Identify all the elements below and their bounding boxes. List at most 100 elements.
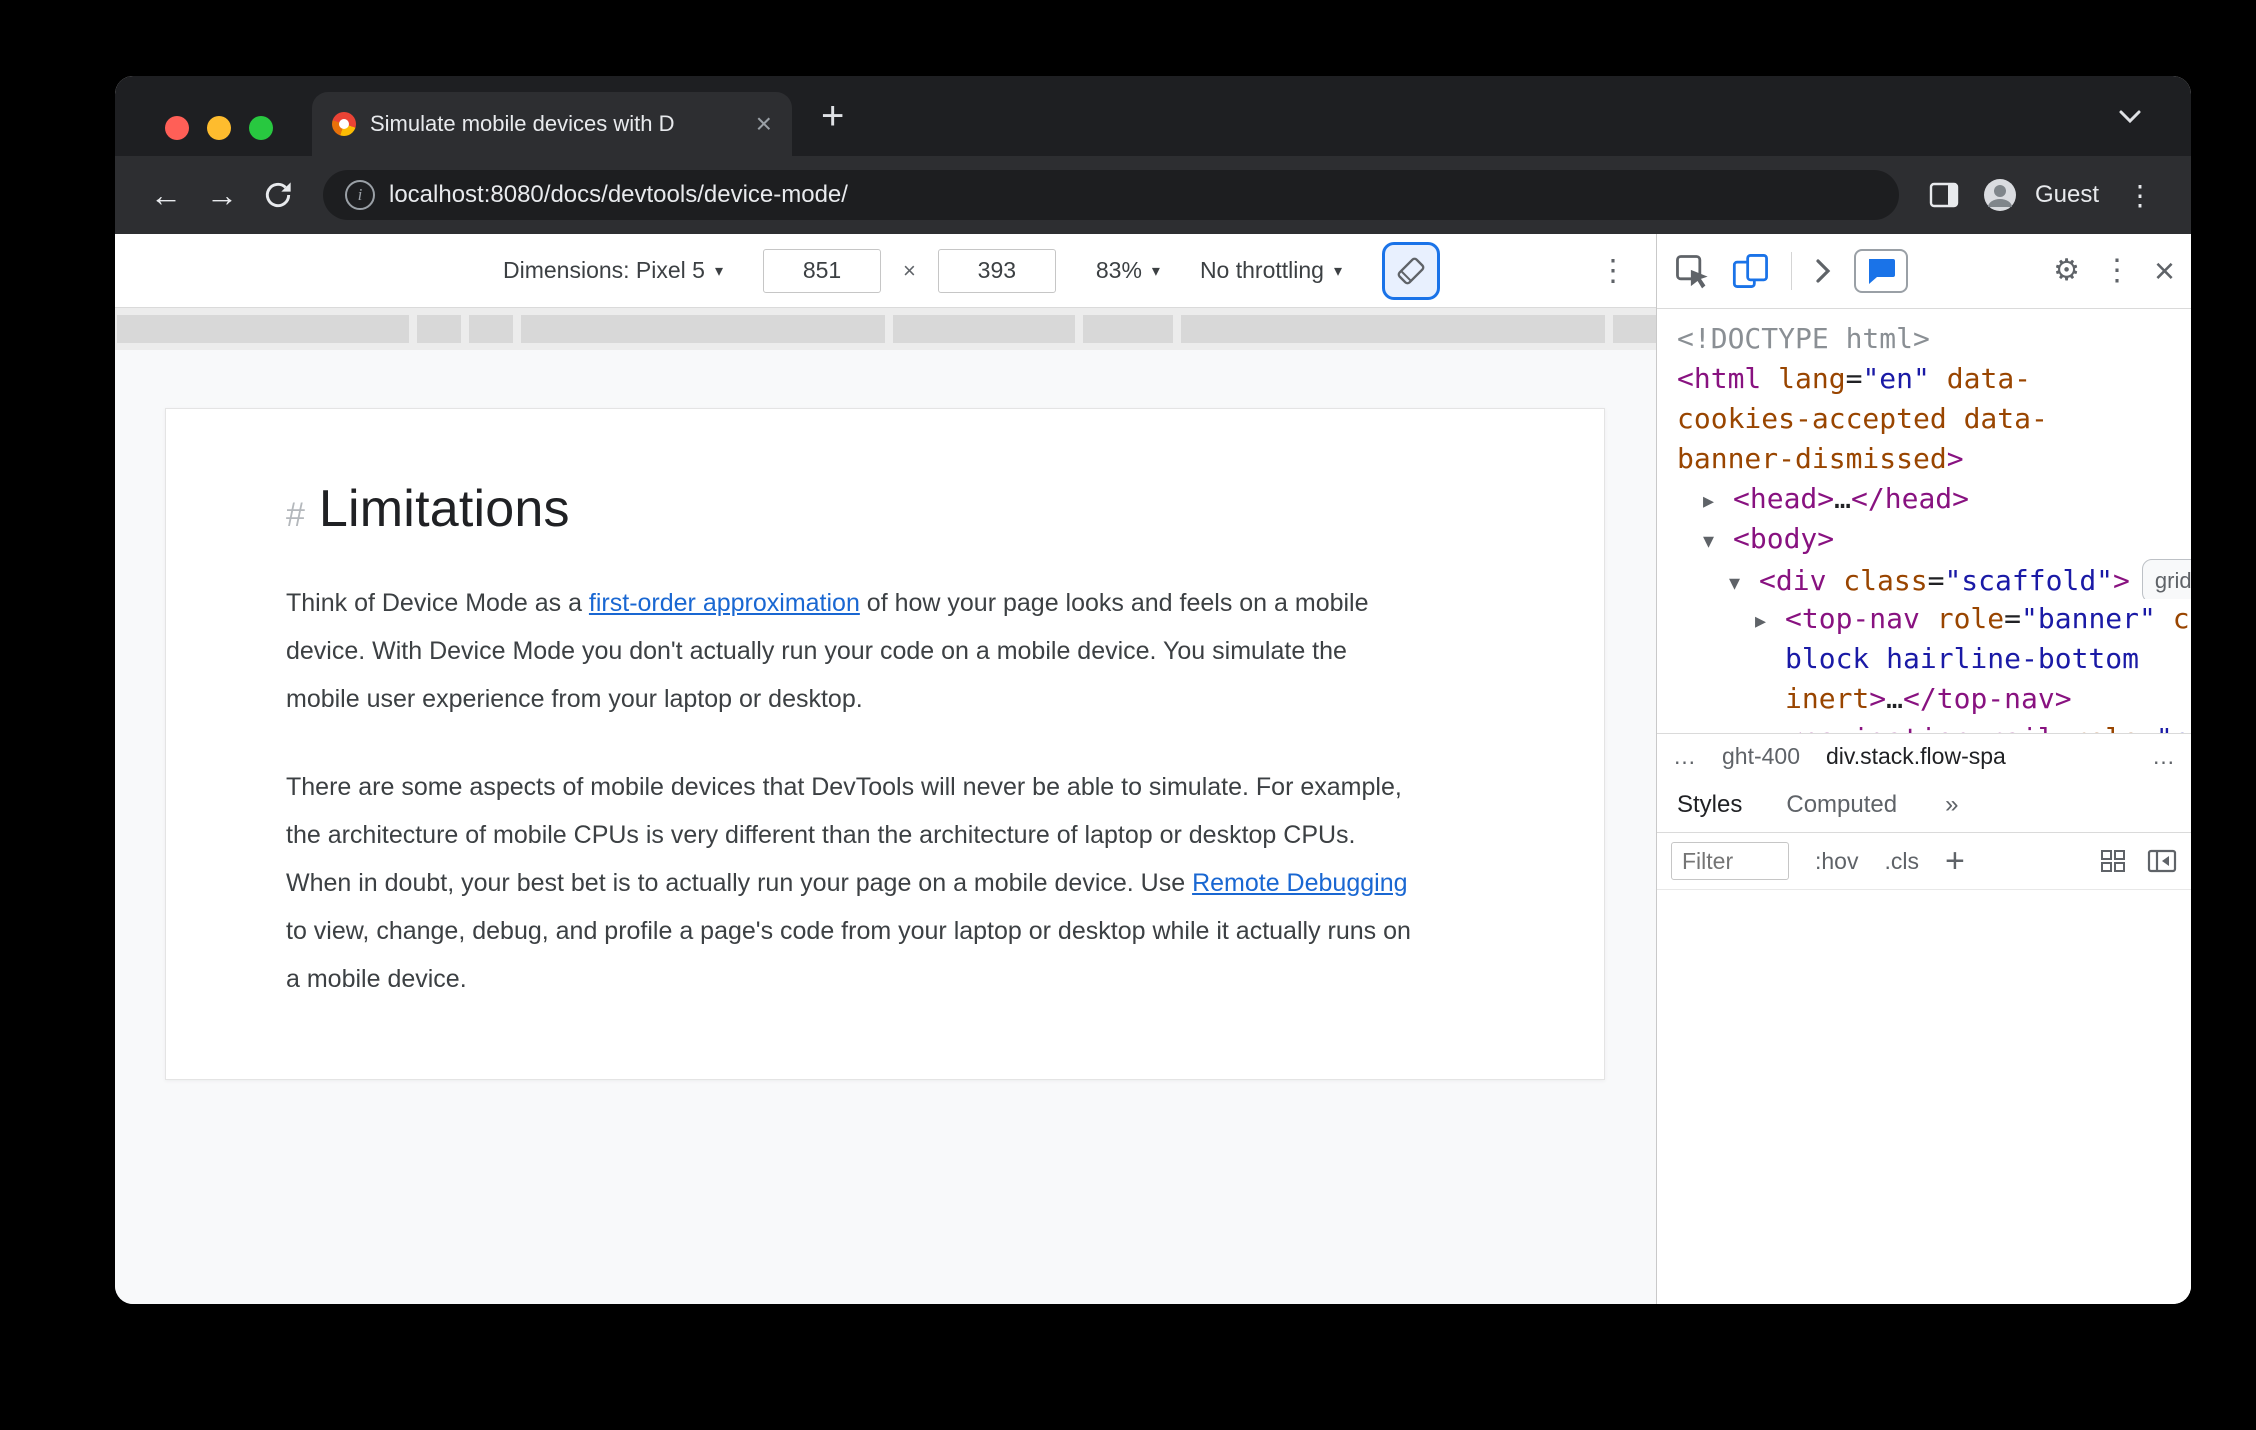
paragraph-text: Think of Device Mode as a bbox=[286, 589, 589, 617]
expand-arrow-icon[interactable]: ▸ bbox=[1703, 481, 1733, 519]
dimensions-label: Dimensions: Pixel 5 bbox=[503, 257, 705, 283]
profile-avatar[interactable] bbox=[1975, 170, 2025, 220]
dimensions-times-label: × bbox=[903, 257, 916, 283]
tab-title: Simulate mobile devices with D bbox=[370, 111, 675, 136]
page-content-card: # Limitations Think of Device Mode as a … bbox=[165, 408, 1605, 1080]
page-paragraphs: Think of Device Mode as a first-order ap… bbox=[286, 579, 1484, 1003]
tab-close-icon[interactable]: × bbox=[756, 110, 772, 138]
reload-icon[interactable] bbox=[253, 170, 303, 220]
console-messages-button[interactable] bbox=[1854, 249, 1908, 293]
browser-menu-kebab-icon[interactable]: ⋮ bbox=[2115, 170, 2165, 220]
breadcrumb-item[interactable]: … bbox=[2152, 743, 2175, 770]
chevron-right-icon[interactable] bbox=[1812, 256, 1834, 286]
inspect-element-icon[interactable] bbox=[1673, 252, 1711, 290]
heading-anchor-hash[interactable]: # bbox=[286, 496, 305, 535]
breadcrumb-item[interactable]: ght-400 bbox=[1722, 743, 1800, 770]
sidebar-tabs: Styles Computed » bbox=[1657, 778, 2191, 833]
minimize-window-button[interactable] bbox=[207, 116, 231, 140]
more-tabs-icon[interactable]: » bbox=[1945, 791, 1958, 819]
grid-icon[interactable] bbox=[2099, 848, 2127, 874]
collapse-arrow-icon[interactable]: ▾ bbox=[1703, 521, 1733, 559]
tab-search-chevron-icon[interactable] bbox=[2115, 108, 2145, 126]
collapse-sidebar-icon[interactable] bbox=[2147, 848, 2177, 874]
breadcrumb-item[interactable]: div.stack.flow-spa bbox=[1826, 743, 2006, 770]
viewport-width-input[interactable] bbox=[763, 248, 881, 293]
new-style-rule-icon[interactable]: + bbox=[1945, 842, 1965, 881]
devtools-panel: ⚙ ⋮ × <!DOCTYPE html> <html lang="en" dat… bbox=[1656, 234, 2191, 1304]
new-tab-button[interactable]: + bbox=[821, 94, 844, 139]
dom-tree-line[interactable]: <!DOCTYPE html> bbox=[1657, 319, 2191, 359]
breadcrumb-item[interactable]: … bbox=[1673, 743, 1696, 770]
side-panel-icon[interactable] bbox=[1919, 170, 1969, 220]
viewport-column: Dimensions: Pixel 5 ▾ × 83% ▾ No throttl… bbox=[115, 234, 1656, 1304]
element-classes-button[interactable]: .cls bbox=[1884, 848, 1919, 875]
throttling-value: No throttling bbox=[1199, 257, 1324, 283]
address-bar[interactable]: i localhost:8080/docs/devtools/device-mo… bbox=[323, 170, 1899, 220]
device-toolbar-toggle-icon[interactable] bbox=[1731, 252, 1771, 290]
collapse-arrow-icon[interactable]: ▾ bbox=[1729, 563, 1759, 599]
dom-tree-line[interactable]: ▸<navigation-rail role="n bbox=[1657, 719, 2191, 733]
viewport-height-input[interactable] bbox=[937, 248, 1056, 293]
nav-placeholder-block bbox=[521, 315, 885, 343]
tab-favicon-icon bbox=[332, 112, 356, 136]
breadcrumb: … ght-400 div.stack.flow-spa … bbox=[1657, 733, 2191, 778]
dom-tree-line[interactable]: ▾ <div class="scaffold"> grid bbox=[1657, 559, 2191, 599]
dom-tree-line[interactable]: ▸ <head>…</head> bbox=[1657, 479, 2191, 519]
paragraph-text: to view, change, debug, and profile a pa… bbox=[286, 917, 1411, 993]
browser-window: Simulate mobile devices with D × + ← → i… bbox=[115, 76, 2191, 1304]
grid-badge[interactable]: grid bbox=[2141, 559, 2191, 599]
dom-tree-line[interactable]: block hairline-bottom bbox=[1657, 639, 2191, 679]
device-toolbar-kebab-icon[interactable]: ⋮ bbox=[1598, 253, 1628, 288]
styles-filter-bar: :hov .cls + bbox=[1657, 833, 2191, 890]
tab-strip: Simulate mobile devices with D × + bbox=[115, 76, 2191, 156]
expand-arrow-icon[interactable]: ▸ bbox=[1755, 721, 1785, 733]
device-mode-toolbar: Dimensions: Pixel 5 ▾ × 83% ▾ No throttl… bbox=[115, 234, 1656, 308]
paragraph: There are some aspects of mobile devices… bbox=[286, 763, 1411, 1003]
dom-tree-line[interactable]: banner-dismissed> bbox=[1657, 439, 2191, 479]
forward-icon[interactable]: → bbox=[197, 170, 247, 220]
guest-label: Guest bbox=[2034, 181, 2099, 208]
chevron-down-icon: ▾ bbox=[714, 262, 723, 280]
page-viewport[interactable]: # Limitations Think of Device Mode as a … bbox=[115, 308, 1656, 1304]
site-info-icon[interactable]: i bbox=[345, 180, 375, 210]
browser-tab[interactable]: Simulate mobile devices with D × bbox=[312, 92, 792, 156]
toolbar-separator bbox=[1791, 252, 1792, 290]
styles-pane-body bbox=[1657, 890, 2191, 1304]
rotate-viewport-button[interactable] bbox=[1381, 241, 1440, 300]
zoom-value: 83% bbox=[1095, 257, 1142, 283]
back-icon[interactable]: ← bbox=[141, 170, 191, 220]
dom-tree-line[interactable]: <html lang="en" data- bbox=[1657, 359, 2191, 399]
text-link[interactable]: first-order approximation bbox=[589, 589, 860, 617]
dom-tree-line[interactable]: inert>…</top-nav> bbox=[1657, 679, 2191, 719]
toggle-element-state-button[interactable]: :hov bbox=[1815, 848, 1858, 875]
tab-styles[interactable]: Styles bbox=[1677, 791, 1742, 819]
chevron-down-icon: ▾ bbox=[1333, 262, 1342, 280]
close-window-button[interactable] bbox=[165, 116, 189, 140]
expand-arrow-icon[interactable]: ▸ bbox=[1755, 601, 1785, 639]
devtools-menu-kebab-icon[interactable]: ⋮ bbox=[2102, 256, 2132, 286]
nav-placeholder-block bbox=[1083, 315, 1173, 343]
browser-navbar: ← → i localhost:8080/docs/devtools/devic… bbox=[115, 156, 2191, 234]
settings-gear-icon[interactable]: ⚙ bbox=[2053, 256, 2080, 286]
dom-tree-line[interactable]: ▾ <body> bbox=[1657, 519, 2191, 559]
devtools-close-icon[interactable]: × bbox=[2154, 253, 2175, 289]
nav-placeholder-block bbox=[117, 315, 409, 343]
page-heading: # Limitations bbox=[286, 479, 1484, 539]
devtools-toolbar: ⚙ ⋮ × bbox=[1657, 234, 2191, 309]
nav-placeholder-block bbox=[1613, 315, 1656, 343]
tab-computed[interactable]: Computed bbox=[1786, 791, 1897, 819]
page-top-nav-preview bbox=[115, 308, 1656, 350]
throttling-dropdown[interactable]: No throttling ▾ bbox=[1200, 257, 1342, 284]
styles-filter-input[interactable] bbox=[1671, 842, 1789, 880]
nav-placeholder-block bbox=[1181, 315, 1605, 343]
window-controls bbox=[165, 116, 273, 140]
nav-placeholder-block bbox=[469, 315, 513, 343]
dom-tree-line[interactable]: ▸ <top-nav role="banner" c bbox=[1657, 599, 2191, 639]
dom-tree-line[interactable]: cookies-accepted data- bbox=[1657, 399, 2191, 439]
chevron-down-icon: ▾ bbox=[1151, 262, 1160, 280]
zoom-dropdown[interactable]: 83% ▾ bbox=[1096, 257, 1160, 284]
device-dimensions-dropdown[interactable]: Dimensions: Pixel 5 ▾ bbox=[503, 257, 723, 284]
maximize-window-button[interactable] bbox=[249, 116, 273, 140]
text-link[interactable]: Remote Debugging bbox=[1192, 869, 1407, 897]
nav-placeholder-block bbox=[893, 315, 1075, 343]
